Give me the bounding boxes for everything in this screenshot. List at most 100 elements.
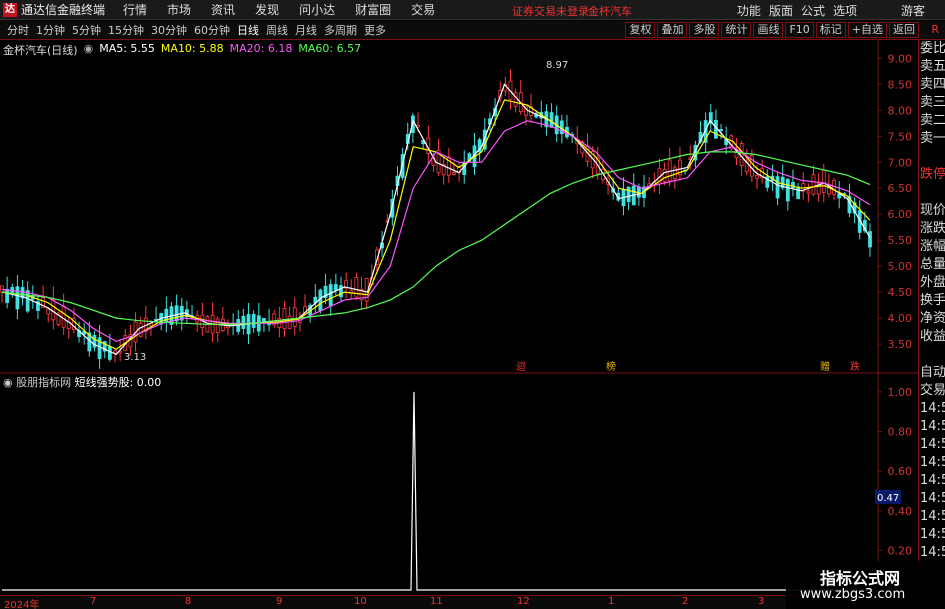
login-status[interactable]: 证券交易未登录 [512,3,589,19]
period-tab-15min[interactable]: 15分钟 [108,22,144,38]
period-tab-multi[interactable]: 多周期 [324,22,357,38]
indicator-line [2,391,870,591]
candle-body [262,318,266,323]
price-tick-label: 8.00 [888,104,913,117]
menu-item-layout[interactable]: 版面 [769,2,793,19]
menu-item-markets[interactable]: 市场 [167,1,191,18]
sidebar-item: 涨幅 [920,239,945,254]
candle-body [107,346,112,360]
menu-item-function[interactable]: 功能 [737,2,761,19]
event-label[interactable]: 跌 [850,360,860,373]
date-label: 8 [185,596,192,607]
sidebar-item: 卖一 [920,131,945,146]
app-logo-icon: 达 [3,2,17,17]
price-tick-label: 4.00 [888,312,913,325]
period-tab-1min[interactable]: 1分钟 [36,22,65,38]
candle-body [318,289,323,311]
tool-mark-button[interactable]: 标记 [815,22,846,38]
candle-body [138,323,143,337]
candle-body [292,307,297,327]
period-tab-30min[interactable]: 30分钟 [151,22,187,38]
menu-item-trade[interactable]: 交易 [411,1,435,18]
candle-body [626,186,631,202]
sidebar-item: 14:56 [920,491,945,506]
date-label: 7 [90,596,97,607]
sidebar-item: 卖四 [920,77,945,92]
menu-item-news[interactable]: 资讯 [211,1,235,18]
ma60-line [1,151,871,325]
menu-item-discover[interactable]: 发现 [255,1,279,18]
tool-draw-button[interactable]: 画线 [753,22,784,38]
low-price-label: 3.13 [124,352,146,363]
candle-body [339,285,343,298]
candle-body [719,129,723,131]
event-label[interactable]: 榜 [606,360,616,373]
stock-name-top: 金杯汽车 [588,5,632,18]
period-tab-intraday[interactable]: 分时 [7,22,29,38]
sidebar-item: 14:56 [920,455,945,470]
price-tick-label: 4.50 [888,286,913,299]
ind-tick-label: 0.40 [888,505,913,518]
right-menu: 功能 版面 公式 选项 游客 [729,0,945,20]
event-label[interactable]: 迴 [516,360,526,373]
price-tick-label: 5.50 [888,234,913,247]
tool-multi-stock-button[interactable]: 多股 [689,22,720,38]
candle-body [513,92,518,107]
period-tab-5min[interactable]: 5分钟 [72,22,101,38]
sidebar-item: 涨跌 [920,221,945,236]
ind-tick-label: 1.00 [888,386,913,399]
candle-body [785,178,790,202]
sidebar-item: 14:56 [920,419,945,434]
ma10-line [1,99,871,350]
tool-stats-button[interactable]: 统计 [721,22,752,38]
sidebar-item: 14:56 [920,527,945,542]
candle-body [46,308,51,315]
tool-overlay-button[interactable]: 叠加 [657,22,688,38]
period-tab-daily[interactable]: 日线 [237,22,259,38]
menu-item-formula[interactable]: 公式 [801,2,825,19]
candle-body [333,284,338,291]
menu-item-options[interactable]: 选项 [833,2,857,19]
menu-item-ask[interactable]: 问小达 [299,1,335,18]
candle-body [796,186,800,200]
period-tab-weekly[interactable]: 周线 [266,22,288,38]
candle-body [837,193,842,199]
period-tab-more[interactable]: 更多 [364,22,386,38]
period-toolbar: 分时 1分钟 5分钟 15分钟 30分钟 60分钟 日线 周线 月线 多周期 更… [0,21,945,40]
tool-back-button[interactable]: 返回 [889,22,919,38]
price-tick-label: 8.50 [888,78,913,91]
sidebar-item: 收益 [920,329,945,344]
candle-body [51,298,56,321]
sidebar-item: 14:56 [920,437,945,452]
candle-body [662,168,667,182]
candle-body [174,305,179,322]
period-tab-60min[interactable]: 60分钟 [194,22,230,38]
ind-cursor-label: 0.47 [877,493,899,504]
sidebar-item: 交易 [920,383,945,398]
candle-body [282,308,287,330]
menu-item-wealth[interactable]: 财富圈 [355,1,391,18]
price-chart[interactable]: 9.00 8.50 8.00 7.50 7.00 6.50 6.00 5.50 5.00 4.50… [0,40,918,374]
sidebar-item: 净资 [920,311,945,326]
guest-label[interactable]: 游客 [901,2,925,19]
indicator-chart[interactable]: 1.00 0.80 0.60 0.40 0.20 0.47 [0,374,918,595]
price-tick-label: 6.00 [888,208,913,221]
candle-body [739,142,744,166]
period-tab-monthly[interactable]: 月线 [295,22,317,38]
watermark-title: 指标公式网 [820,569,901,588]
candle-body [15,286,20,310]
date-label: 2 [682,596,689,607]
tool-add-watchlist-button[interactable]: +自选 [847,22,887,38]
candle-body [821,169,826,193]
candle-body [215,318,220,333]
candle-body [113,350,117,354]
price-tick-label: 3.50 [888,338,913,351]
tool-f10-button[interactable]: F10 [785,22,814,38]
date-label: 12 [517,596,530,607]
r-button[interactable]: R [931,23,939,36]
tool-adjust-button[interactable]: 复权 [625,22,656,38]
sidebar-item: 现价 [920,203,945,218]
menu-item-market[interactable]: 行情 [123,1,147,18]
sidebar-item [919,184,945,202]
event-label[interactable]: 赠 [820,360,830,373]
